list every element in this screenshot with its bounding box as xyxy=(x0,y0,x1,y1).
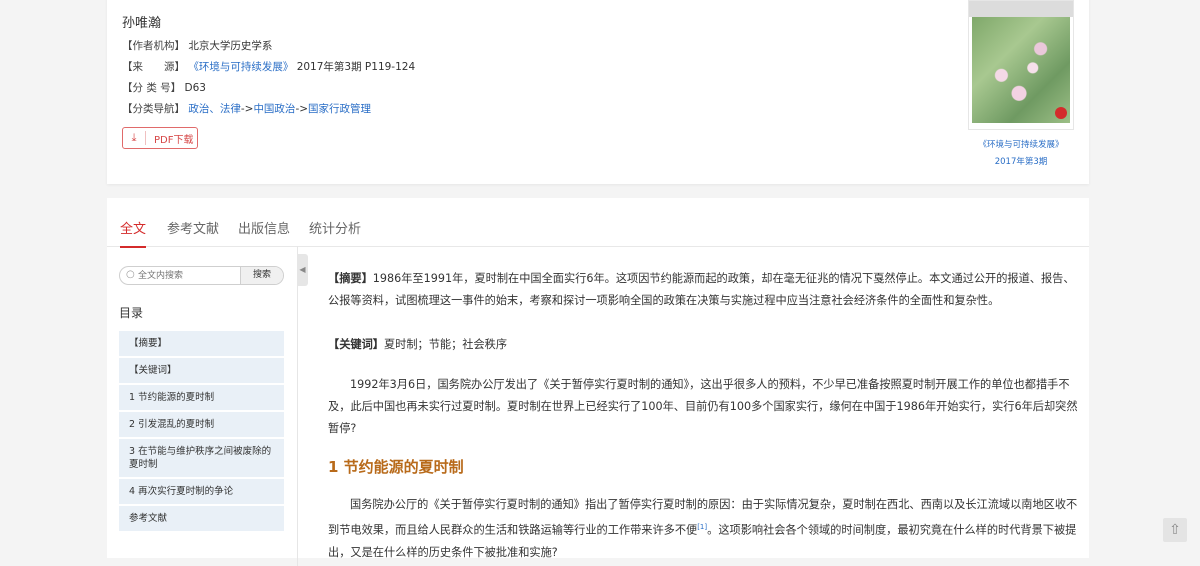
back-to-top-button[interactable]: ⇧ xyxy=(1163,518,1187,542)
toc-item-section-4[interactable]: 4 再次实行夏时制的争论 xyxy=(119,479,284,504)
nav-link-admin[interactable]: 国家行政管理 xyxy=(308,103,371,115)
toc-item-references[interactable]: 参考文献 xyxy=(119,506,284,531)
download-icon: ⤓ xyxy=(123,131,146,145)
tab-statistics[interactable]: 统计分析 xyxy=(309,218,361,246)
meta-affiliation-value: 北京大学历史学系 xyxy=(188,40,273,52)
meta-nav: 【分类导航】 政治、法律->中国政治->国家行政管理 xyxy=(122,101,371,116)
search-button[interactable]: 搜索 xyxy=(240,267,283,284)
toc-sidebar: ○ 搜索 目录 【摘要】 【关键词】 1 节约能源的夏时制 2 引发混乱的夏时制… xyxy=(107,246,298,566)
toc-item-abstract[interactable]: 【摘要】 xyxy=(119,331,284,356)
arrow-up-icon: ⇧ xyxy=(1169,522,1181,538)
tab-bar: 全文 参考文献 出版信息 统计分析 xyxy=(107,198,1089,248)
meta-affiliation-label: 【作者机构】 xyxy=(122,40,185,52)
nav-separator: -> xyxy=(295,103,309,115)
meta-class-label: 【分 类 号】 xyxy=(122,82,182,94)
article-main-card: 全文 参考文献 出版信息 统计分析 ○ 搜索 目录 【摘要】 【关键词】 1 节… xyxy=(107,198,1089,566)
section-1-heading: 1 节约能源的夏时制 xyxy=(328,458,464,476)
nav-separator: -> xyxy=(240,103,254,115)
keywords-text: 夏时制；节能；社会秩序 xyxy=(383,338,508,351)
cover-badge xyxy=(1055,107,1067,119)
source-issue: 2017年第3期 P119-124 xyxy=(296,61,416,73)
cover-photo xyxy=(972,17,1070,123)
toc-item-section-2[interactable]: 2 引发混乱的夏时制 xyxy=(119,412,284,437)
abstract-text: 1986年至1991年，夏时制在中国全面实行6年。这项因节约能源而起的政策，却在… xyxy=(328,272,1075,307)
author-name[interactable]: 孙唯瀚 xyxy=(122,12,161,31)
nav-link-china-politics[interactable]: 中国政治 xyxy=(253,103,295,115)
intro-paragraph: 1992年3月6日，国务院办公厅发出了《关于暂停实行夏时制的通知》，这出乎很多人… xyxy=(328,378,1078,435)
journal-cover-image[interactable] xyxy=(968,0,1074,130)
section-1-paragraph: 国务院办公厅的《关于暂停实行夏时制的通知》指出了暂停实行夏时制的原因：由于实际情… xyxy=(328,494,1083,564)
tab-fulltext[interactable]: 全文 xyxy=(120,218,147,248)
toc-item-section-3[interactable]: 3 在节能与维护秩序之间被废除的夏时制 xyxy=(119,439,284,477)
source-journal-link[interactable]: 《环境与可持续发展》 xyxy=(188,61,293,73)
toc-title: 目录 xyxy=(119,306,144,320)
keywords-paragraph: 【关键词】夏时制；节能；社会秩序 xyxy=(328,334,1083,356)
meta-nav-label: 【分类导航】 xyxy=(122,103,185,115)
pdf-download-label: PDF下载 xyxy=(154,134,194,146)
nav-link-law[interactable]: 政治、法律 xyxy=(188,103,241,115)
search-icon: ○ xyxy=(126,269,135,280)
tab-publication-info[interactable]: 出版信息 xyxy=(238,218,290,246)
toc-list: 【摘要】 【关键词】 1 节约能源的夏时制 2 引发混乱的夏时制 3 在节能与维… xyxy=(119,331,284,533)
meta-source-label: 【来 源】 xyxy=(122,61,185,73)
tab-references[interactable]: 参考文献 xyxy=(167,218,219,246)
meta-source: 【来 源】 《环境与可持续发展》 2017年第3期 P119-124 xyxy=(122,59,415,74)
toc-item-section-1[interactable]: 1 节约能源的夏时制 xyxy=(119,385,284,410)
abstract-label: 【摘要】 xyxy=(328,272,373,285)
fulltext-search: ○ 搜索 xyxy=(119,266,284,285)
keywords-label: 【关键词】 xyxy=(328,338,384,351)
meta-class: 【分 类 号】 D63 xyxy=(122,80,206,95)
article-header-card: 孙唯瀚 【作者机构】 北京大学历史学系 【来 源】 《环境与可持续发展》 201… xyxy=(107,0,1089,184)
fulltext-search-input[interactable] xyxy=(138,267,238,284)
article-body: 【摘要】1986年至1991年，夏时制在中国全面实行6年。这项因节约能源而起的政… xyxy=(328,268,1083,564)
meta-class-value: D63 xyxy=(184,82,206,94)
toc-item-keywords[interactable]: 【关键词】 xyxy=(119,358,284,383)
sidebar-collapse-toggle[interactable]: ◀ xyxy=(297,254,308,286)
footnote-ref[interactable]: [1] xyxy=(697,523,707,531)
meta-affiliation: 【作者机构】 北京大学历史学系 xyxy=(122,38,272,53)
pdf-download-button[interactable]: ⤓ PDF下载 xyxy=(122,127,198,149)
cover-header xyxy=(969,1,1073,17)
cover-caption-journal[interactable]: 《环境与可持续发展》 xyxy=(968,138,1074,150)
cover-caption-issue[interactable]: 2017年第3期 xyxy=(968,155,1074,167)
abstract-paragraph: 【摘要】1986年至1991年，夏时制在中国全面实行6年。这项因节约能源而起的政… xyxy=(328,268,1083,312)
